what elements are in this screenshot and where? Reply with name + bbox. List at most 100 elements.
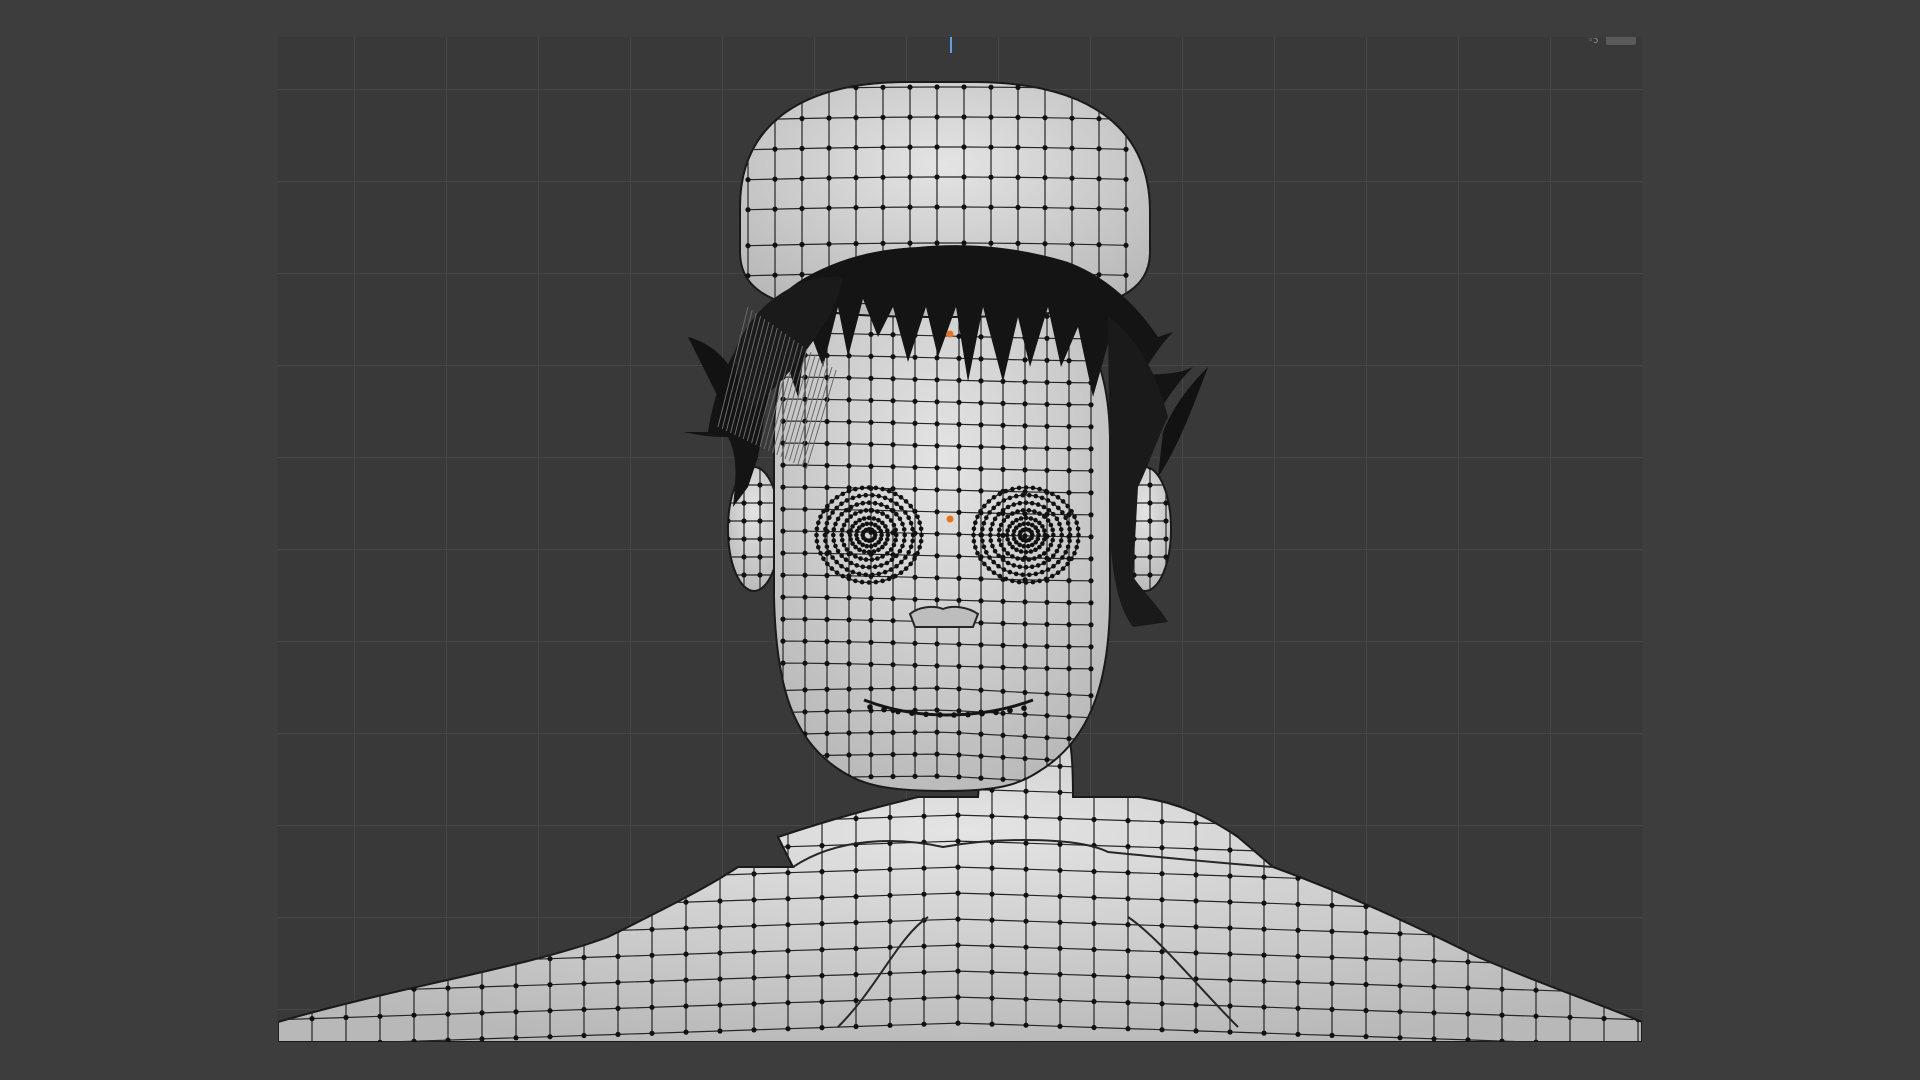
3d-viewport[interactable]: ◦ͻ	[278, 37, 1642, 1042]
cap-vertex	[961, 114, 967, 120]
face-vertex	[868, 730, 874, 736]
eye-vertex	[1026, 508, 1032, 513]
face-vertex	[956, 597, 962, 603]
face-vertex	[1044, 621, 1050, 627]
eye-vertex	[1001, 547, 1007, 552]
eye-vertex	[1069, 556, 1074, 562]
cap-vertex	[826, 145, 832, 151]
scene[interactable]	[278, 37, 1642, 1042]
cap-vertex	[799, 115, 805, 122]
face-vertex	[1044, 379, 1050, 385]
cap-vertex	[961, 204, 967, 210]
face-vertex	[1022, 401, 1028, 407]
torso-vertex	[955, 1020, 961, 1026]
torso-vertex	[853, 945, 859, 952]
torso-vertex	[1057, 971, 1063, 977]
cap-vertex	[1015, 84, 1021, 90]
face-vertex	[978, 687, 984, 693]
face-vertex	[780, 528, 786, 534]
eye-vertex	[878, 563, 884, 568]
eye-vertex	[834, 505, 839, 511]
torso-vertex	[921, 943, 927, 949]
eye-vertex	[1039, 495, 1045, 501]
torso-vertex	[1295, 979, 1301, 985]
face-vertex	[1088, 556, 1094, 562]
eye-vertex	[833, 521, 838, 527]
eye-vertex	[854, 532, 859, 538]
eye-vertex	[908, 503, 913, 509]
face-vertex	[956, 663, 962, 669]
selected-vertex-nose[interactable]	[946, 515, 954, 523]
torso-vertex	[853, 971, 859, 978]
eye-vertex	[971, 526, 977, 532]
cap-vertex	[988, 84, 994, 90]
face-vertex	[1000, 688, 1006, 694]
face-vertex	[1044, 599, 1050, 605]
eye-vertex	[835, 548, 841, 554]
face-vertex	[1066, 468, 1072, 474]
torso-vertex	[1431, 1036, 1437, 1042]
face-vertex	[1088, 402, 1094, 408]
eye-vertex	[897, 516, 903, 522]
eye-vertex	[986, 499, 992, 504]
torso-vertex	[1125, 818, 1131, 824]
eye-vertex	[880, 544, 885, 550]
face-vertex	[934, 355, 940, 361]
face-vertex	[978, 753, 984, 759]
face-vertex	[890, 640, 896, 646]
eye-vertex	[991, 559, 996, 565]
viewport-corner-controls[interactable]: ◦ͻ	[1588, 37, 1636, 46]
eye-vertex	[997, 527, 1002, 533]
torso-vertex	[1329, 954, 1335, 961]
eye-vertex	[829, 566, 835, 571]
eye-vertex	[825, 561, 830, 567]
ear-vertex	[1163, 500, 1169, 506]
cap-vertex	[745, 207, 751, 213]
eye-vertex	[870, 572, 875, 578]
eye-vertex	[979, 532, 985, 538]
eye-vertex	[1037, 578, 1042, 584]
selected-vertex-forehead[interactable]	[946, 330, 954, 338]
cap-vertex	[934, 240, 940, 246]
cap-vertex	[1123, 242, 1129, 248]
face-vertex	[978, 422, 984, 428]
face-vertex	[802, 572, 808, 578]
torso-vertex	[1159, 1001, 1165, 1007]
eye-vertex	[831, 532, 836, 538]
torso-vertex	[955, 838, 961, 844]
viewport-options-icon[interactable]: ◦ͻ	[1588, 37, 1600, 46]
face-vertex	[956, 421, 962, 427]
eye-vertex	[888, 518, 894, 523]
eye-vertex	[835, 516, 841, 522]
eye-vertex	[883, 541, 888, 546]
face-vertex	[978, 598, 984, 604]
face-vertex	[868, 639, 874, 645]
eye-vertex	[903, 510, 908, 515]
face-vertex	[1044, 643, 1050, 649]
eye-vertex	[1051, 563, 1056, 569]
eye-vertex	[903, 555, 908, 560]
face-vertex	[868, 463, 874, 469]
torso-vertex	[989, 995, 995, 1001]
cap-vertex	[1069, 145, 1075, 151]
face-vertex	[846, 353, 852, 359]
cap-vertex	[1042, 175, 1048, 181]
face-vertex	[824, 440, 830, 447]
torso-vertex	[717, 924, 723, 930]
eye-vertex	[866, 500, 872, 506]
viewport-sidebar-tab[interactable]	[1606, 37, 1636, 45]
cap-vertex	[1015, 204, 1021, 210]
torso-vertex	[581, 1032, 587, 1039]
cap-vertex	[799, 175, 805, 182]
face-vertex	[802, 528, 808, 534]
mouth-vertex	[965, 711, 971, 718]
ear-vertex	[1147, 536, 1153, 542]
eye-vertex	[854, 502, 860, 507]
face-vertex	[1000, 598, 1006, 605]
eye-vertex	[1051, 501, 1056, 507]
eye-vertex	[841, 542, 847, 548]
face-vertex	[956, 399, 962, 405]
cap-vertex	[1042, 145, 1048, 151]
eye-vertex	[899, 505, 904, 511]
eye-vertex	[818, 514, 823, 520]
